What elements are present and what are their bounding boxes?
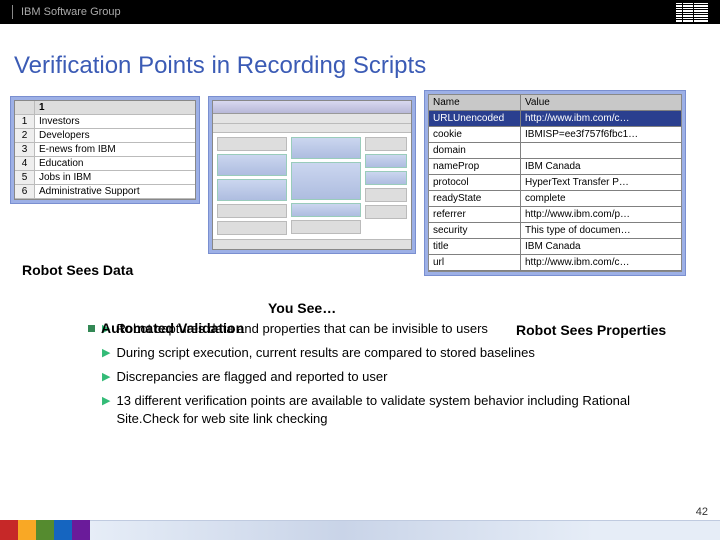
ibm-logo (676, 3, 708, 22)
row-value: Developers (35, 129, 195, 142)
prop-value: IBMISP=ee3f757f6fbc1… (521, 127, 681, 142)
bullet-text: Discrepancies are flagged and reported t… (116, 368, 387, 386)
panel-data: 1 1Investors2Developers3E-news from IBM4… (10, 96, 200, 204)
props-head-value: Value (521, 95, 681, 110)
panel-browser (208, 96, 416, 254)
table-row: protocolHyperText Transfer P… (429, 175, 681, 191)
table-row: readyStatecomplete (429, 191, 681, 207)
prop-name: title (429, 239, 521, 254)
row-value: Investors (35, 115, 195, 128)
browser-content (213, 133, 411, 239)
list-item: ▶ During script execution, current result… (102, 344, 692, 362)
panel-properties: Name Value URLUnencodedhttp://www.ibm.co… (424, 90, 686, 276)
table-row: 5Jobs in IBM (15, 171, 195, 185)
prop-value: IBM Canada (521, 159, 681, 174)
bullet-text: During script execution, current results… (116, 344, 534, 362)
caption-left: Robot Sees Data (22, 262, 133, 278)
header-group: IBM Software Group (21, 6, 121, 18)
prop-value: complete (521, 191, 681, 206)
row-value: Education (35, 157, 195, 170)
row-index: 3 (15, 143, 35, 156)
table-row: namePropIBM Canada (429, 159, 681, 175)
header-left: IBM Software Group (12, 5, 121, 19)
arrow-icon: ▶ (102, 368, 110, 386)
prop-value: IBM Canada (521, 239, 681, 254)
prop-value: http://www.ibm.com/p… (521, 207, 681, 222)
section-heading: Automated Validation (88, 320, 244, 336)
prop-name: protocol (429, 175, 521, 190)
header-divider (12, 5, 13, 19)
table-row: URLUnencodedhttp://www.ibm.com/c… (429, 111, 681, 127)
prop-value: HyperText Transfer P… (521, 175, 681, 190)
bullet-text: 13 different verification points are ava… (116, 392, 692, 427)
slide-title: Verification Points in Recording Scripts (0, 24, 720, 96)
prop-name: URLUnencoded (429, 111, 521, 126)
prop-name: security (429, 223, 521, 238)
table-row: 2Developers (15, 129, 195, 143)
arrow-icon: ▶ (102, 392, 110, 427)
browser-addressbar (213, 124, 411, 134)
browser-titlebar (213, 101, 411, 114)
prop-value (521, 143, 681, 158)
table-row: domain (429, 143, 681, 159)
row-value: Administrative Support (35, 185, 195, 198)
browser-toolbar (213, 114, 411, 124)
table-row: titleIBM Canada (429, 239, 681, 255)
row-index: 2 (15, 129, 35, 142)
row-value: E-news from IBM (35, 143, 195, 156)
page-number: 42 (696, 506, 708, 518)
table-row: cookieIBMISP=ee3f757f6fbc1… (429, 127, 681, 143)
properties-table: Name Value URLUnencodedhttp://www.ibm.co… (429, 95, 681, 271)
table-row: securityThis type of documen… (429, 223, 681, 239)
row-value: Jobs in IBM (35, 171, 195, 184)
spreadsheet: 1 1Investors2Developers3E-news from IBM4… (15, 101, 195, 199)
table-row: 1Investors (15, 115, 195, 129)
prop-name: readyState (429, 191, 521, 206)
prop-value: http://www.ibm.com/c… (521, 111, 681, 126)
caption-right: Robot Sees Properties (516, 322, 666, 338)
table-row: 4Education (15, 157, 195, 171)
prop-value: This type of documen… (521, 223, 681, 238)
list-item: ▶ Discrepancies are flagged and reported … (102, 368, 692, 386)
arrow-icon: ▶ (102, 344, 110, 362)
row-index: 4 (15, 157, 35, 170)
prop-name: nameProp (429, 159, 521, 174)
footer-bar (0, 520, 720, 540)
browser-mock (213, 101, 411, 249)
row-index: 1 (15, 115, 35, 128)
row-index: 5 (15, 171, 35, 184)
table-row: 6Administrative Support (15, 185, 195, 199)
prop-value: http://www.ibm.com/c… (521, 255, 681, 270)
prop-name: cookie (429, 127, 521, 142)
table-row: urlhttp://www.ibm.com/c… (429, 255, 681, 271)
prop-name: domain (429, 143, 521, 158)
sheet-col-head: 1 (35, 101, 195, 114)
bullets-block: ▶Robot captures data and properties that… (0, 282, 720, 427)
bullet-square-icon (88, 325, 95, 332)
table-row: 3E-news from IBM (15, 143, 195, 157)
header-bar: IBM Software Group (0, 0, 720, 24)
caption-mid: You See… (268, 300, 336, 316)
prop-name: url (429, 255, 521, 270)
list-item: ▶13 different verification points are av… (102, 392, 692, 427)
prop-name: referrer (429, 207, 521, 222)
row-index: 6 (15, 185, 35, 198)
section-heading-text: Automated Validation (101, 320, 244, 336)
table-row: referrerhttp://www.ibm.com/p… (429, 207, 681, 223)
props-head-name: Name (429, 95, 521, 110)
browser-statusbar (213, 239, 411, 249)
